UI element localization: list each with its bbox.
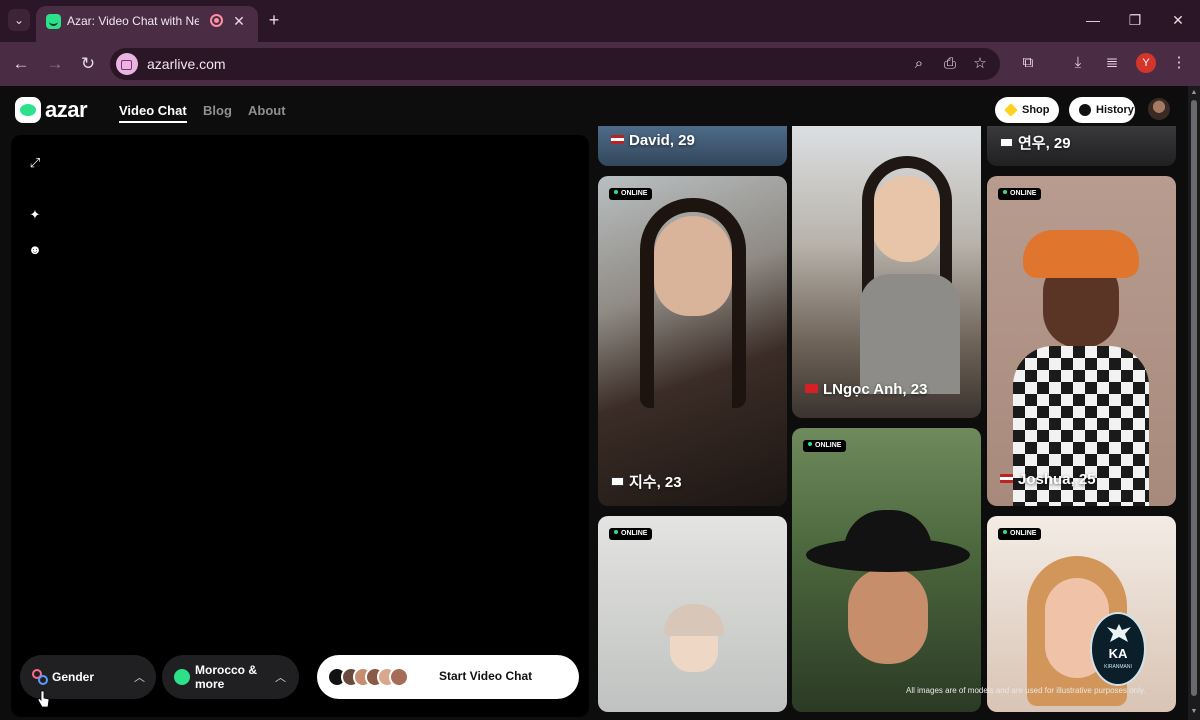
history-label: History — [1096, 104, 1134, 116]
gender-icon — [32, 669, 48, 685]
sparkle-effects-icon[interactable]: ✦ — [27, 207, 43, 223]
profile-card[interactable]: ONLINE — [598, 516, 787, 712]
profile-card[interactable]: ONLINE 지수, 23 — [598, 176, 787, 506]
new-tab-button[interactable]: + — [264, 10, 284, 30]
nav-blog[interactable]: Blog — [203, 103, 232, 118]
online-badge: ONLINE — [609, 188, 653, 200]
video-panel: ⤢ ✦ ☻ Gender ︿ Morocco & more ︿ Start Vi… — [11, 135, 589, 717]
region-filter-button[interactable]: Morocco & more ︿ — [162, 655, 299, 699]
profile-card[interactable]: ONLINE — [987, 516, 1176, 712]
user-avatar[interactable] — [1148, 98, 1170, 120]
browser-tab-bar: ⌄ Azar: Video Chat with New Friends ✕ + … — [0, 0, 1200, 42]
eagle-icon — [1107, 624, 1131, 642]
history-button[interactable]: History — [1069, 97, 1135, 123]
flag-icon — [1000, 474, 1013, 483]
face-avatar — [389, 667, 409, 687]
chevron-up-icon: ︿ — [275, 672, 286, 684]
profile-card[interactable]: David, 29 — [598, 126, 787, 166]
site-info-icon[interactable] — [116, 53, 138, 75]
hair-shape — [640, 198, 746, 408]
flag-icon — [805, 384, 818, 393]
address-bar[interactable]: azarlive.com ⌕ ⎙ ☆ — [110, 48, 1000, 80]
online-badge: ONLINE — [803, 440, 847, 452]
chevron-up-icon: ︿ — [134, 672, 145, 684]
flag-icon — [1000, 138, 1013, 147]
url-text[interactable]: azarlive.com — [147, 56, 226, 72]
zoom-icon[interactable]: ⌕ — [908, 53, 930, 75]
azar-favicon-icon — [46, 14, 61, 29]
browser-tab[interactable]: Azar: Video Chat with New Friends ✕ — [36, 6, 258, 42]
nav-video-chat[interactable]: Video Chat — [119, 103, 187, 123]
watermark-text: KA — [1108, 646, 1128, 661]
beanie-shape — [664, 604, 724, 636]
tab-title: Azar: Video Chat with New Friends — [67, 14, 199, 28]
forward-icon[interactable]: → — [43, 52, 67, 76]
region-label-line2: more — [195, 677, 225, 691]
flag-icon — [611, 135, 624, 144]
browser-toolbar: ← → ↻ azarlive.com ⌕ ⎙ ☆ ⧉ ⤓ ≣ Y ⋮ — [0, 42, 1200, 86]
profile-card[interactable]: ONLINE — [792, 428, 981, 712]
profile-name: Joshua, 25 — [1000, 471, 1096, 488]
clock-icon — [1079, 104, 1091, 116]
azar-page: azar Video Chat Blog About Shop History … — [0, 86, 1188, 720]
media-icon[interactable]: ≣ — [1101, 52, 1123, 74]
profile-name: 연우, 29 — [1000, 132, 1071, 153]
reload-icon[interactable]: ↻ — [76, 52, 100, 76]
extensions-icon[interactable]: ⧉ — [1017, 52, 1039, 74]
user-faces-stack — [341, 667, 409, 687]
gem-icon — [1004, 103, 1018, 117]
nav-about[interactable]: About — [248, 103, 286, 118]
tab-close-icon[interactable]: ✕ — [230, 12, 248, 30]
online-badge: ONLINE — [998, 188, 1042, 200]
start-video-chat-button[interactable]: Start Video Chat — [317, 655, 579, 699]
close-window-icon[interactable]: ✕ — [1168, 10, 1188, 30]
scroll-up-icon[interactable]: ▲ — [1190, 89, 1198, 97]
profile-photo — [848, 568, 928, 664]
shirt-shape — [860, 274, 960, 394]
shop-label: Shop — [1022, 104, 1050, 116]
scroll-thumb[interactable] — [1191, 100, 1197, 696]
azar-logo[interactable]: azar — [15, 97, 97, 125]
watermark-subtext: KIRANMANI — [1104, 664, 1132, 670]
profile-card[interactable]: ONLINE Joshua, 25 — [987, 176, 1176, 506]
recording-indicator-icon — [210, 14, 223, 27]
flag-icon — [611, 477, 624, 486]
hat-crown-shape — [844, 510, 932, 560]
bucket-hat-shape — [1023, 230, 1139, 278]
online-badge: ONLINE — [609, 528, 653, 540]
profile-card[interactable]: 연우, 29 — [987, 126, 1176, 166]
minimize-icon[interactable]: — — [1083, 10, 1103, 30]
profile-card[interactable]: LNgọc Anh, 23 — [792, 126, 981, 418]
gender-label: Gender — [52, 670, 95, 684]
profile-name: 지수, 23 — [611, 471, 682, 492]
star-icon[interactable]: ☆ — [969, 53, 991, 75]
shop-button[interactable]: Shop — [995, 97, 1059, 123]
globe-icon — [174, 669, 190, 685]
maximize-icon[interactable]: ❐ — [1125, 10, 1145, 30]
install-app-icon[interactable]: ⎙ — [939, 53, 961, 75]
profile-name: LNgọc Anh, 23 — [805, 381, 927, 398]
channel-watermark-logo: KA KIRANMANI — [1090, 612, 1146, 686]
expand-icon[interactable]: ⤢ — [27, 155, 43, 171]
menu-icon[interactable]: ⋮ — [1168, 52, 1190, 74]
disclaimer-text: All images are of models and are used fo… — [906, 686, 1146, 695]
online-badge: ONLINE — [998, 528, 1042, 540]
download-icon[interactable]: ⤓ — [1067, 52, 1089, 74]
azar-logo-icon — [15, 97, 41, 123]
logo-text: azar — [45, 97, 88, 122]
scroll-down-icon[interactable]: ▼ — [1190, 708, 1198, 716]
mouse-pointer-icon — [38, 690, 50, 708]
start-video-chat-label: Start Video Chat — [439, 669, 533, 683]
face-mask-icon[interactable]: ☻ — [27, 242, 43, 258]
region-label-line1: Morocco & — [195, 663, 258, 677]
profile-name: David, 29 — [611, 132, 695, 149]
back-icon[interactable]: ← — [9, 52, 33, 76]
page-scrollbar[interactable]: ▲ ▼ — [1188, 86, 1200, 720]
tab-list-icon[interactable]: ⌄ — [8, 9, 30, 31]
profile-avatar[interactable]: Y — [1136, 53, 1156, 73]
